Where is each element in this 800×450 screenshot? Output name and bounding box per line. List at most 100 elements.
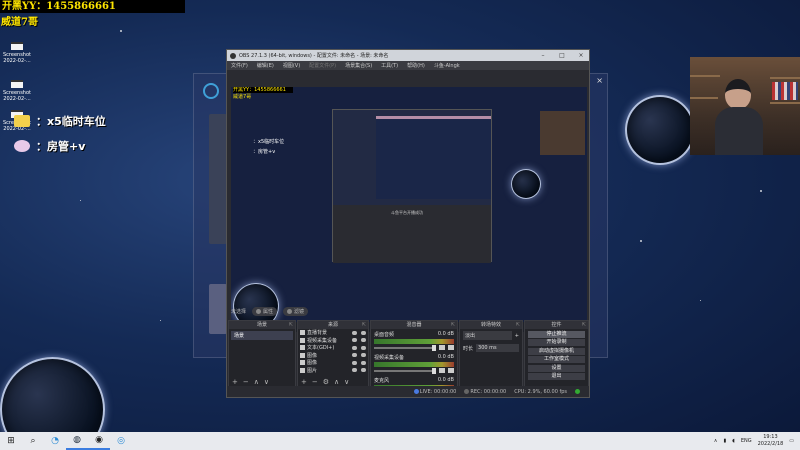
menu-help[interactable]: 帮助(H) — [407, 62, 425, 69]
undock-icon[interactable]: ⇱ — [362, 321, 366, 329]
steam-icon[interactable]: ◍ — [66, 432, 88, 450]
app-icon[interactable]: ◎ — [110, 432, 132, 450]
visibility-icon[interactable] — [352, 368, 357, 373]
move-up-icon[interactable]: ∧ — [254, 378, 259, 386]
desktop-icon-screenshot[interactable]: Screenshot 2022-02-... — [2, 42, 32, 64]
speaker-icon[interactable] — [439, 345, 445, 350]
properties-label: 属性 — [263, 309, 274, 315]
visibility-icon[interactable] — [352, 330, 357, 335]
obs-icon[interactable]: ◉ — [88, 432, 110, 450]
lock-icon[interactable] — [361, 338, 366, 343]
menu-douyu[interactable]: 斗鱼-Alngk — [434, 62, 460, 69]
transition-select[interactable]: 淡出 — [463, 331, 512, 340]
scene-item[interactable]: 场景 — [231, 331, 293, 340]
source-item[interactable]: 文本(GDI+) — [298, 344, 368, 352]
move-down-icon[interactable]: ∨ — [344, 378, 349, 386]
slider-knob[interactable] — [432, 344, 436, 351]
volume-icon[interactable]: ◖ — [732, 438, 735, 444]
menu-view[interactable]: 视图(V) — [283, 62, 300, 69]
language-indicator[interactable]: ENG — [741, 438, 752, 444]
cpu-status: CPU: 2.9%, 60.00 fps — [514, 388, 567, 395]
streamer-head — [725, 79, 751, 109]
undock-icon[interactable]: ⇱ — [582, 321, 586, 329]
undock-icon[interactable]: ⇱ — [516, 321, 520, 329]
source-item[interactable]: 视频采集设备 — [298, 337, 368, 345]
virtual-camera-button[interactable]: 启动虚拟摄像机 — [528, 347, 585, 355]
dock-header: 来源 ⇱ — [298, 321, 368, 329]
close-icon[interactable]: × — [573, 52, 589, 59]
exit-button[interactable]: 退出 — [528, 373, 585, 380]
star — [640, 240, 642, 242]
settings-button[interactable]: 设置 — [528, 364, 585, 372]
obs-titlebar[interactable]: OBS 27.1.3 (64-bit, windows) - 配置文件: 未命名… — [227, 50, 589, 61]
visibility-icon[interactable] — [352, 360, 357, 365]
stop-streaming-button[interactable]: 停止推流 — [528, 330, 585, 338]
duration-input[interactable]: 300 ms — [476, 344, 519, 352]
lock-icon[interactable] — [361, 360, 366, 365]
menu-profile[interactable]: 配置文件(P) — [309, 62, 336, 69]
undock-icon[interactable]: ⇱ — [289, 321, 293, 329]
start-recording-button[interactable]: 开始录制 — [528, 339, 585, 346]
volume-meter — [374, 339, 454, 344]
clock[interactable]: 19:13 2022/2/18 — [758, 434, 784, 448]
channel-db: 0.0 dB — [437, 354, 454, 360]
obs-window[interactable]: OBS 27.1.3 (64-bit, windows) - 配置文件: 未命名… — [226, 49, 590, 398]
launcher-banner[interactable] — [209, 284, 227, 334]
gear-icon[interactable]: ⚙ — [323, 378, 329, 386]
source-item[interactable]: 图像 — [298, 359, 368, 367]
gear-icon[interactable] — [448, 368, 454, 373]
remove-icon[interactable]: − — [243, 378, 249, 386]
channel-name: 桌面音频 — [374, 332, 395, 338]
add-icon[interactable]: + — [232, 378, 238, 386]
planet — [511, 169, 541, 199]
gear-icon[interactable] — [448, 345, 454, 350]
visibility-icon[interactable] — [352, 338, 357, 343]
tray-expand-icon[interactable]: ∧ — [714, 438, 718, 444]
live-indicator-icon — [413, 388, 419, 394]
badge-text: ：x5临时车位 — [36, 115, 106, 128]
transitions-dock: 转场特效 ⇱ 淡出 + 时长 300 ms — [459, 320, 523, 388]
filters-button[interactable]: 滤镜 — [283, 307, 309, 316]
source-item[interactable]: 图片 — [298, 367, 368, 375]
notification-icon[interactable]: ▭ — [789, 438, 794, 444]
slider-knob[interactable] — [432, 367, 436, 374]
preview-canvas[interactable]: 开黑YY：1455866661 威道7哥 ：x5临时车位 ：房管+v 斗鱼平台开… — [231, 87, 587, 332]
launcher-banner[interactable] — [209, 114, 227, 244]
lock-icon[interactable] — [361, 330, 366, 335]
desktop-icon-screenshot[interactable]: Screenshot 2022-02-... — [2, 80, 32, 102]
minimize-icon[interactable]: – — [535, 52, 551, 59]
studio-mode-button[interactable]: 工作室模式 — [528, 356, 585, 363]
start-icon[interactable]: ⊞ — [0, 432, 22, 450]
source-item[interactable]: 图像 — [298, 352, 368, 360]
visibility-icon[interactable] — [352, 345, 357, 350]
menu-file[interactable]: 文件(F) — [231, 62, 248, 69]
edge-icon[interactable]: ◔ — [44, 432, 66, 450]
source-label: 文本(GDI+) — [307, 345, 335, 352]
filters-label: 滤镜 — [294, 309, 305, 315]
remove-icon[interactable]: − — [312, 378, 318, 386]
move-down-icon[interactable]: ∨ — [264, 378, 269, 386]
volume-slider[interactable] — [374, 344, 436, 351]
move-up-icon[interactable]: ∧ — [334, 378, 339, 386]
add-icon[interactable]: + — [301, 378, 307, 386]
properties-button[interactable]: 属性 — [252, 307, 278, 316]
search-icon[interactable]: ⌕ — [22, 432, 44, 450]
add-icon[interactable]: + — [515, 333, 519, 339]
lock-icon[interactable] — [361, 353, 366, 358]
undock-icon[interactable]: ⇱ — [451, 321, 455, 329]
lock-icon[interactable] — [361, 345, 366, 350]
source-item[interactable]: 直播背景 — [298, 329, 368, 337]
close-icon[interactable]: × — [596, 76, 603, 85]
menu-edit[interactable]: 编辑(E) — [257, 62, 274, 69]
visibility-icon[interactable] — [352, 353, 357, 358]
menu-scene-collection[interactable]: 场景集合(S) — [345, 62, 372, 69]
nested-preview — [376, 119, 491, 199]
rec-indicator-icon — [464, 388, 470, 394]
controls-dock: 控件 ⇱ 停止推流 开始录制 启动虚拟摄像机 工作室模式 设置 退出 — [524, 320, 589, 388]
lock-icon[interactable] — [361, 368, 366, 373]
maximize-icon[interactable]: □ — [554, 52, 570, 59]
speaker-icon[interactable] — [439, 368, 445, 373]
network-icon[interactable]: ▮ — [723, 438, 726, 444]
volume-slider[interactable] — [374, 367, 436, 374]
menu-tools[interactable]: 工具(T) — [381, 62, 398, 69]
